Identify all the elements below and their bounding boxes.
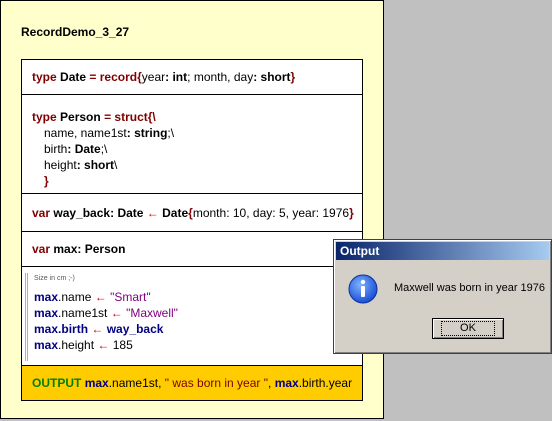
var-type: Person [84,242,126,256]
dialog-titlebar[interactable]: Output [336,242,549,260]
line-end: ;\ [100,142,108,156]
assign-arrow-icon: ← [97,338,110,352]
assign-arrow-icon: ← [94,290,107,304]
object-name: max [34,322,59,336]
field-path: .birth [58,322,89,336]
constructor-name: Date [162,205,189,220]
keyword-struct: struct [114,110,148,124]
dialog-message: Maxwell was born in year 1976 [394,282,546,294]
line-end: ;\ [167,126,175,140]
keyword-var: var [32,205,51,220]
type-name: Person [60,110,101,124]
ok-button[interactable]: OK [432,318,504,339]
arg-value: 5 [278,205,286,220]
field-path: .name [58,290,92,304]
colon: : [77,242,82,256]
var-name: way_back [53,205,111,220]
assignment-row: max.height ← 185 [34,337,352,353]
ok-button-label: OK [441,321,495,336]
output-block[interactable]: OUTPUT max.name1st, " was born in year "… [21,365,363,401]
field-name: month, day [193,70,254,84]
date-type-block[interactable]: type Date = record{year: int; month, day… [21,59,363,95]
field-name: birth [44,142,68,156]
field-name: height [44,158,77,172]
keyword-output: OUTPUT [32,376,82,390]
field-type: short [260,70,291,84]
field-path: .height [58,338,95,352]
line-end: \ [114,158,118,172]
assignment-row: max.name ← "Smart" [34,289,352,305]
close-brace: } [44,174,49,188]
assign-arrow-icon: ← [146,205,159,220]
open-brace: {\ [147,110,156,124]
keyword-type: type [32,110,57,124]
assign-arrow-icon: ← [110,306,123,320]
field-names: name, name1st [44,126,127,140]
arg-value: 1976 [322,205,350,220]
field-type: short [84,158,115,172]
arg-name: year [292,205,316,220]
field-type: string [134,126,168,140]
field-name: year [141,70,166,84]
assign-arrow-icon: ← [91,322,104,336]
var-name: max [53,242,78,256]
assigned-value: "Smart" [110,290,151,304]
person-type-block[interactable]: type Person = struct{\ name, name1st: st… [21,94,363,194]
comment-note: Size in cm ;-) [34,275,75,282]
assignment-row: max.birth ← way_back [34,321,352,337]
field-type: int [172,70,188,84]
separator: , [268,376,272,390]
field-path: .name1st [58,306,108,320]
object-name: max [34,338,59,352]
string-literal: " was born in year " [164,376,268,390]
program-canvas: RecordDemo_3_27 type Date = record{year:… [0,0,384,419]
max-var-block[interactable]: var max: Person [21,231,363,267]
var-type: Date [117,205,144,220]
object-name: max [84,376,109,390]
semicolon: ; [187,70,191,84]
object-name: max [274,376,299,390]
field-path: .birth.year [298,376,353,390]
colon: : [76,158,81,172]
keyword-type: type [32,70,57,84]
equals: = [104,110,112,124]
assigned-value: "Maxwell" [126,306,178,320]
assigned-value: 185 [112,338,133,352]
assignment-row: max.name1st ← "Maxwell" [34,305,352,321]
assignment-block[interactable]: Size in cm ;-) max.name ← "Smart" max.na… [21,266,363,366]
program-title: RecordDemo_3_27 [21,25,130,39]
colon: : [67,142,72,156]
keyword-var: var [32,242,51,256]
close-brace: } [290,70,296,84]
object-name: max [34,290,59,304]
assigned-value: way_back [106,322,164,336]
object-name: max [34,306,59,320]
field-path: .name1st [108,376,159,390]
equals: = [89,70,97,84]
arg-name: month [192,205,227,220]
close-brace: } [349,205,354,220]
arg-value: 10 [232,205,247,220]
colon: : [165,70,170,84]
separator: , [158,376,162,390]
arg-name: day [252,205,273,220]
type-name: Date [60,70,87,84]
way-back-var-block[interactable]: var way_back: Date ← Date{month: 10, day… [21,193,363,232]
colon: : [110,205,115,220]
output-dialog: Output Maxwell was born in year 1976 OK [333,239,552,354]
keyword-record: record [99,70,138,84]
field-type: Date [74,142,101,156]
colon: : [126,126,131,140]
info-icon [347,273,379,305]
colon: : [253,70,258,84]
